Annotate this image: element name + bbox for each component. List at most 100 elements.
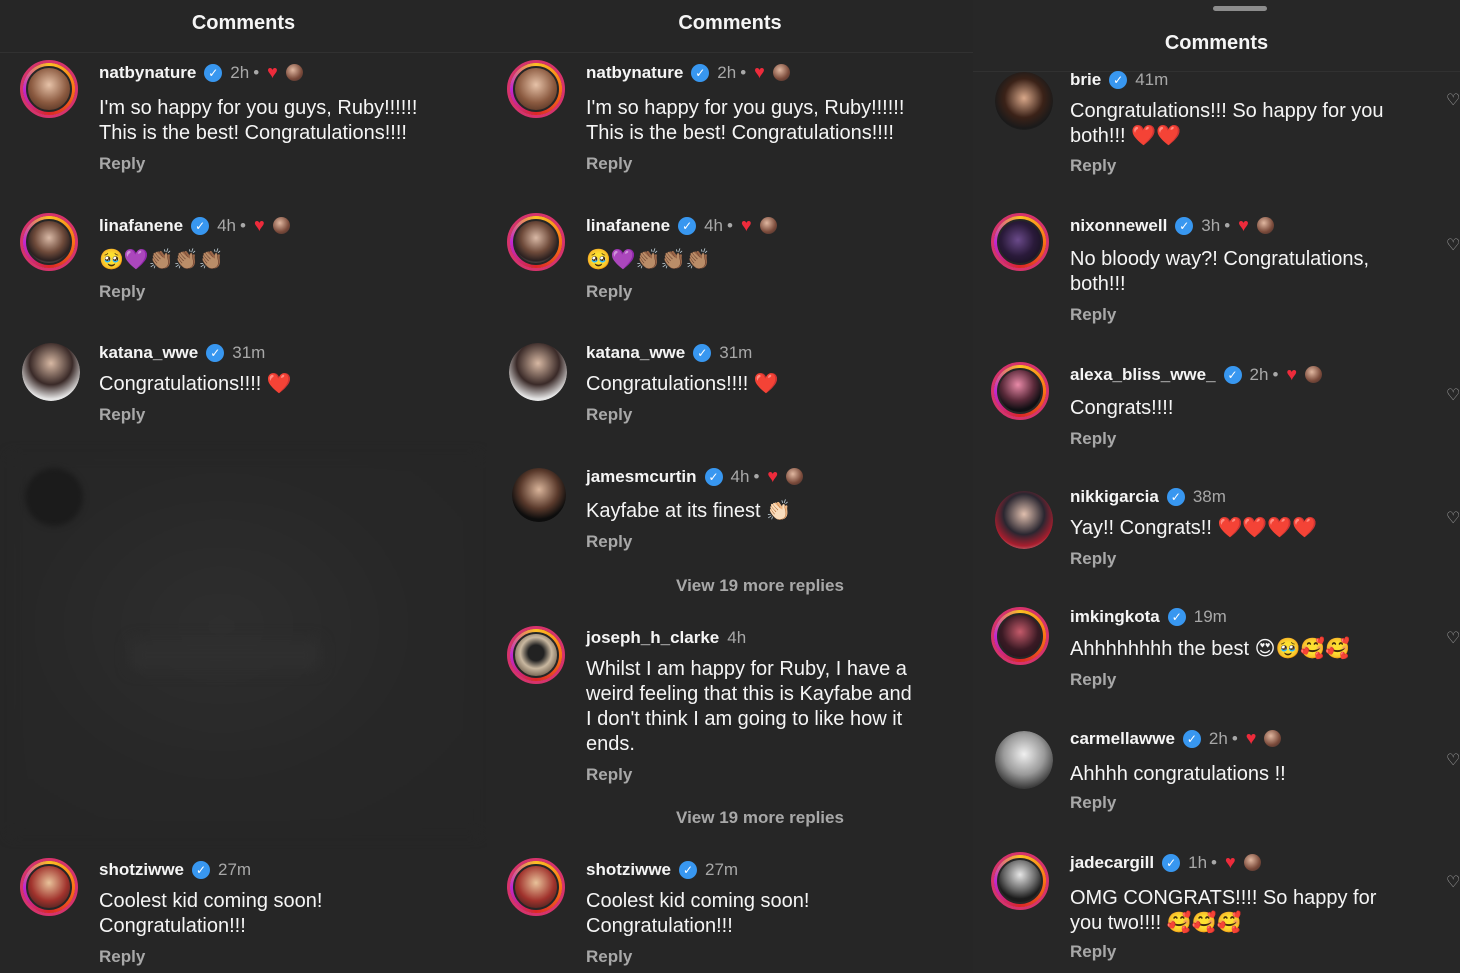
like-heart-icon[interactable]: ♡ [1446,508,1460,528]
comment-text: Whilst I am happy for Ruby, I have a wei… [586,658,912,755]
comment-text: Ahhhhhhhh the best 😍🥹🥰🥰 [1070,638,1351,660]
username[interactable]: jamesmcurtin [586,467,697,487]
reply-button[interactable]: Reply [1070,549,1116,569]
timestamp: 2h [717,62,737,82]
view-more-replies[interactable]: View 19 more replies [547,576,973,596]
heart-icon: ♥ [1238,215,1249,235]
username[interactable]: alexa_bliss_wwe_ [1070,365,1216,385]
timestamp: 31m [719,343,753,362]
timestamp: 2h [1208,728,1228,748]
avatar[interactable] [507,858,565,916]
reply-button[interactable]: Reply [1070,429,1116,449]
avatar[interactable] [991,852,1049,910]
like-heart-icon[interactable]: ♡ [1446,385,1460,405]
verified-badge-icon: ✓ [691,63,710,82]
username[interactable]: jadecargill [1070,853,1154,873]
blurred-text [130,640,320,670]
reply-button[interactable]: Reply [1070,305,1116,325]
avatar[interactable] [509,343,567,401]
avatar[interactable] [507,213,565,271]
timestamp: 41m [1135,70,1169,89]
avatar[interactable] [995,72,1053,130]
author-mini-avatar [272,217,290,234]
reply-button[interactable]: Reply [586,765,632,785]
comment-text: 🥹💜👏🏽👏🏽👏🏽 [99,249,224,271]
like-column-edge: ♡ ♡ ♡ ♡ ♡ ♡ ♡ [1446,0,1460,973]
verified-badge-icon: ✓ [192,861,211,879]
reply-button[interactable]: Reply [1070,670,1116,690]
timestamp: 27m [218,860,252,879]
username[interactable]: shotziwwe [586,860,671,880]
username[interactable]: katana_wwe [99,343,198,363]
verified-badge-icon: ✓ [678,216,697,235]
avatar[interactable] [991,362,1049,420]
comment-text: Ahhhh congratulations !! [1070,763,1286,785]
separator-dot: • [727,215,733,235]
timestamp: 31m [232,343,266,362]
username[interactable]: katana_wwe [586,343,685,363]
comment-text: 🥹💜👏🏽👏🏽👏🏽 [586,249,711,271]
reply-button[interactable]: Reply [1070,942,1116,962]
reply-button[interactable]: Reply [99,405,145,425]
username[interactable]: brie [1070,70,1101,90]
reply-button[interactable]: Reply [586,405,632,425]
timestamp: 4h [704,215,724,235]
avatar[interactable] [507,626,565,684]
comment-text: Yay!! Congrats!! ❤️❤️❤️❤️ [1070,517,1318,539]
like-heart-icon[interactable]: ♡ [1446,628,1460,648]
avatar[interactable] [995,731,1053,789]
avatar[interactable] [991,607,1049,665]
heart-icon: ♥ [767,466,779,486]
view-more-replies[interactable]: View 19 more replies [547,808,973,828]
avatar[interactable] [995,491,1053,549]
heart-icon: ♥ [267,62,278,82]
reply-button[interactable]: Reply [586,947,632,967]
username[interactable]: nixonnewell [1070,216,1167,236]
reply-button[interactable]: Reply [1070,793,1116,813]
like-heart-icon[interactable]: ♡ [1446,750,1460,770]
heart-icon: ♥ [754,62,765,82]
like-heart-icon[interactable]: ♡ [1446,90,1460,110]
username[interactable]: joseph_h_clarke [586,628,719,648]
author-mini-avatar [772,64,790,81]
verified-badge-icon: ✓ [1182,729,1201,748]
like-heart-icon[interactable]: ♡ [1446,235,1460,255]
username[interactable]: nikkigarcia [1070,487,1159,507]
comments-panel-2: Comments natbynature ✓ 2h • ♥ I'm so hap… [487,0,973,973]
avatar[interactable] [20,213,78,271]
separator-dot: • [753,466,760,486]
timestamp: 4h [730,466,750,486]
avatar[interactable] [507,60,565,118]
timestamp: 27m [705,860,739,879]
username[interactable]: carmellawwe [1070,729,1175,749]
header-divider [487,52,973,53]
reply-button[interactable]: Reply [586,282,632,302]
reply-button[interactable]: Reply [586,154,632,174]
username[interactable]: natbynature [99,63,196,83]
reply-button[interactable]: Reply [99,154,145,174]
timestamp: 2h [230,62,250,82]
sheet-grabber[interactable] [1213,6,1267,11]
username[interactable]: imkingkota [1070,607,1160,627]
avatar[interactable] [22,343,80,401]
timestamp: 3h [1201,215,1221,235]
username[interactable]: shotziwwe [99,860,184,880]
timestamp: 4h [727,628,747,647]
reply-button[interactable]: Reply [1070,156,1116,176]
username[interactable]: linafanene [586,216,670,236]
verified-badge-icon: ✓ [191,216,210,235]
author-mini-avatar [1305,366,1323,383]
reply-button[interactable]: Reply [99,282,145,302]
avatar[interactable] [991,213,1049,271]
comment-text: Coolest kid coming soon! Congratulation!… [586,890,810,937]
username[interactable]: linafanene [99,216,183,236]
reply-button[interactable]: Reply [99,947,145,967]
username[interactable]: natbynature [586,63,683,83]
like-heart-icon[interactable]: ♡ [1446,872,1460,892]
heart-icon: ♥ [740,215,752,235]
heart-icon: ♥ [1224,852,1236,872]
avatar[interactable] [20,858,78,916]
avatar[interactable] [20,60,78,118]
avatar[interactable] [512,468,566,522]
reply-button[interactable]: Reply [586,532,632,552]
